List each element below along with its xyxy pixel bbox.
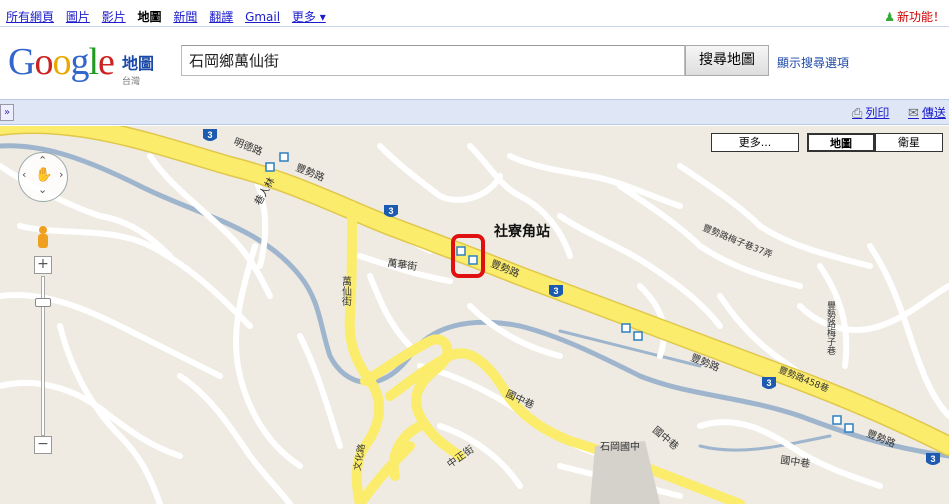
road-label: 明德路 (232, 135, 265, 158)
envelope-icon: ✉ (908, 106, 919, 121)
bus-stop-icon[interactable] (844, 423, 854, 433)
nav-link-more[interactable]: 更多 ▾ (292, 10, 326, 24)
svg-text:3: 3 (930, 454, 935, 464)
zoom-in-button[interactable]: + (34, 256, 52, 274)
map-canvas[interactable]: 3 3 3 3 3 明德路 豐勢路 豐勢路 豐勢路 豐勢路 萬華街 萬仙街 巷人… (0, 126, 949, 504)
bus-stop-icon[interactable] (633, 331, 643, 341)
printer-icon: ⎙ (852, 106, 863, 121)
product-name: 地圖 (122, 54, 155, 73)
school-label: 石岡國中 (600, 440, 640, 453)
major-road-casing (0, 126, 949, 456)
nav-link-images[interactable]: 圖片 (66, 10, 90, 24)
bus-stop-icon[interactable] (265, 162, 275, 172)
search-input[interactable]: 石岡鄉萬仙街 (181, 45, 685, 76)
new-features-link[interactable]: ♟ 新功能！ (884, 8, 945, 25)
new-features-label: 新功能！ (896, 10, 945, 24)
satellite-view-button[interactable]: 衛星 (875, 133, 943, 152)
pegman-icon[interactable] (36, 226, 50, 252)
pan-control[interactable]: ⌃ ‹ › ⌄ ✋ (18, 152, 68, 202)
svg-text:3: 3 (207, 130, 212, 140)
pan-down-icon[interactable]: ⌄ (38, 183, 47, 196)
map-view-button[interactable]: 地圖 (807, 133, 875, 152)
route-shield: 3 (384, 205, 398, 217)
zoom-out-button[interactable]: − (34, 436, 52, 454)
product-links: 所有網頁 圖片 影片 地圖 新聞 翻譯 Gmail 更多 ▾ (6, 8, 334, 25)
flask-icon: ♟ (884, 10, 895, 24)
bus-stop-icon[interactable] (456, 246, 466, 256)
more-layers-button[interactable]: 更多... (711, 133, 799, 152)
print-label: 列印 (865, 106, 890, 120)
google-logo[interactable]: Google (8, 42, 115, 82)
nav-link-gmail[interactable]: Gmail (245, 10, 280, 24)
send-label: 傳送 (921, 106, 946, 120)
road-label: 豐勢路梅子巷 (825, 301, 836, 355)
road-label: 豐勢路 (865, 427, 898, 450)
nav-link-maps-current[interactable]: 地圖 (138, 10, 162, 24)
top-navigation-bar: 所有網頁 圖片 影片 地圖 新聞 翻譯 Gmail 更多 ▾ ♟ 新功能！ (0, 0, 949, 27)
nav-link-translate[interactable]: 翻譯 (209, 10, 233, 24)
map-toolbar: » ⎙ 列印 ✉ 傳送 (0, 99, 949, 125)
search-maps-button[interactable]: 搜尋地圖 (685, 45, 769, 76)
road-label: 文化路 (351, 443, 368, 472)
route-shield: 3 (203, 129, 217, 141)
pan-right-icon[interactable]: › (59, 168, 63, 181)
search-options-link[interactable]: 顯示搜尋選項 (777, 54, 849, 71)
road-label: 萬華街 (387, 256, 419, 273)
bus-stop-icon[interactable] (279, 152, 289, 162)
map-tiles: 3 3 3 3 3 明德路 豐勢路 豐勢路 豐勢路 豐勢路 萬華街 萬仙街 巷人… (0, 126, 949, 504)
pan-left-icon[interactable]: ‹ (22, 168, 26, 181)
print-link[interactable]: ⎙ 列印 (852, 104, 889, 121)
bus-stop-annotation: 社寮角站 (493, 223, 550, 240)
nav-link-news[interactable]: 新聞 (173, 10, 197, 24)
pan-up-icon[interactable]: ⌃ (38, 154, 47, 167)
svg-text:3: 3 (553, 286, 558, 296)
search-header: Google 地圖 台灣 石岡鄉萬仙街 搜尋地圖 顯示搜尋選項 (0, 28, 949, 98)
svg-text:3: 3 (388, 206, 393, 216)
zoom-slider-handle[interactable] (35, 298, 51, 307)
major-road-fengshi (0, 126, 949, 455)
bus-stop-icon[interactable] (468, 255, 478, 265)
send-link[interactable]: ✉ 傳送 (908, 104, 946, 121)
hand-icon: ✋ (35, 167, 53, 183)
route-shield: 3 (926, 453, 940, 465)
nav-link-videos[interactable]: 影片 (102, 10, 126, 24)
road-label: 國中巷 (650, 423, 681, 452)
route-shield: 3 (549, 285, 563, 297)
nav-link-web[interactable]: 所有網頁 (6, 10, 54, 24)
secondary-roads (344, 201, 745, 504)
rivers (0, 143, 949, 459)
route-shield: 3 (762, 377, 776, 389)
bus-stop-icon[interactable] (621, 323, 631, 333)
road-label: 萬仙街 (340, 275, 352, 307)
bus-stop-icon[interactable] (832, 415, 842, 425)
region-name: 台灣 (122, 77, 141, 87)
collapse-panel-button[interactable]: » (0, 104, 14, 121)
svg-text:3: 3 (766, 378, 771, 388)
